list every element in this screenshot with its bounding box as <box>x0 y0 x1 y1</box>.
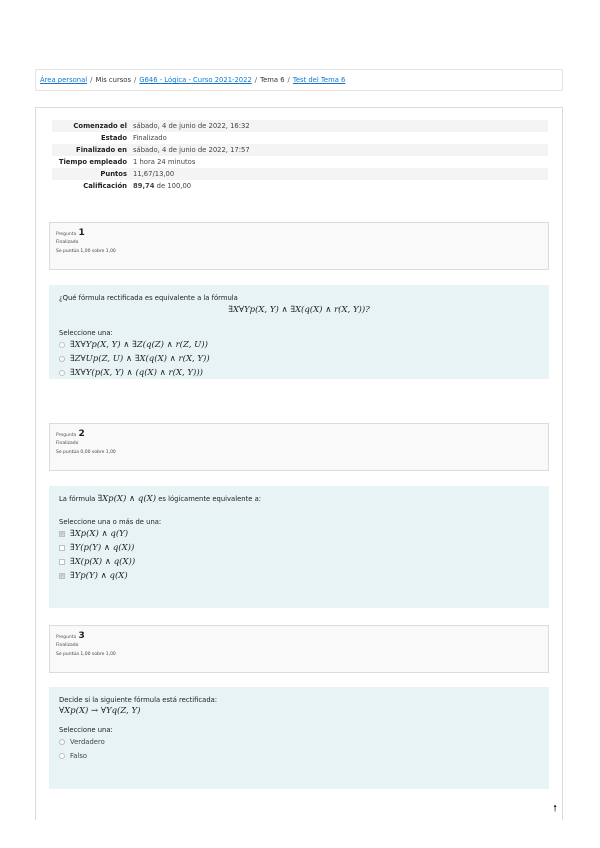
checkbox[interactable] <box>59 545 65 551</box>
select-label: Seleccione una o más de una: <box>59 518 162 526</box>
breadcrumb-course[interactable]: G646 - Lógica - Curso 2021-2022 <box>139 76 251 84</box>
summary-key: Finalizado en <box>52 144 130 156</box>
option-text: Verdadero <box>70 738 105 746</box>
question-label: Pregunta <box>56 232 77 237</box>
checkbox[interactable] <box>59 559 65 565</box>
summary-value: 89,74 de 100,00 <box>130 180 548 192</box>
summary-row: Tiempo empleado 1 hora 24 minutos <box>52 156 548 168</box>
summary-key: Estado <box>100 133 127 142</box>
option-text: ∃Yp(Y) ∧ q(X) <box>70 571 128 581</box>
option-text: ∃Y(p(Y) ∧ q(X)) <box>70 543 135 553</box>
answer-option[interactable]: ∃X∀Y(p(X, Y) ∧ (q(X) ∧ r(X, Y))) <box>59 366 539 380</box>
checkbox-checked[interactable]: ✓ <box>59 573 65 579</box>
answer-option[interactable]: Falso <box>59 749 539 763</box>
summary-row: Puntos 11,67/13,00 <box>52 168 548 180</box>
summary-value: sábado, 4 de junio de 2022, 17:57 <box>130 144 548 156</box>
breadcrumb-area-personal[interactable]: Área personal <box>40 76 87 84</box>
question-3-content: Decide si la siguiente fórmula está rect… <box>49 687 549 789</box>
breadcrumb-separator: / <box>254 76 258 84</box>
question-formula: ∃X∀Yp(X, Y) ∧ ∃X(q(X) ∧ r(X, Y))? <box>228 305 370 315</box>
option-text: ∃X∀Yp(X, Y) ∧ ∃Z(q(Z) ∧ r(Z, U)) <box>70 340 208 350</box>
breadcrumb-tema: Tema 6 <box>260 76 285 84</box>
question-grade: Se puntúa 1,00 sobre 1,00 <box>56 652 116 657</box>
question-number: 1 <box>78 228 85 238</box>
summary-key: Tiempo empleado <box>58 157 127 166</box>
radio-button-selected[interactable] <box>59 739 65 745</box>
option-text: ∃Xp(X) ∧ q(Y) <box>70 529 129 539</box>
grade-total: de 100,00 <box>154 181 192 190</box>
summary-row: Finalizado en sábado, 4 de junio de 2022,… <box>52 144 548 156</box>
summary-key: Comenzado el <box>52 120 130 132</box>
grade-value: 89,74 <box>133 181 155 190</box>
question-1-info: Pregunta 1 Finalizado Se puntúa 1,00 sob… <box>49 222 549 270</box>
summary-row: Estado Finalizado <box>52 132 548 144</box>
option-text: ∃Z∀Up(Z, U) ∧ ∃X(q(X) ∧ r(X, Y)) <box>70 354 210 364</box>
summary-row: Calificación 89,74 de 100,00 <box>52 180 548 192</box>
prompt-formula: ∃Xp(X) ∧ q(X) <box>97 494 157 504</box>
question-state: Finalizado <box>56 240 79 245</box>
answer-option[interactable]: Verdadero <box>59 735 539 749</box>
question-state: Finalizado <box>56 441 79 446</box>
breadcrumb-separator: / <box>134 76 137 84</box>
question-prompt: La fórmula ∃Xp(X) ∧ q(X) es lógicamente … <box>59 494 539 505</box>
question-label: Pregunta <box>56 433 77 438</box>
summary-value: Finalizado <box>133 133 167 142</box>
attempt-summary-table: Comenzado el sábado, 4 de junio de 2022, … <box>52 120 548 192</box>
question-label: Pregunta <box>56 635 77 640</box>
select-label: Seleccione una: <box>59 329 113 337</box>
option-text: ∃X∀Y(p(X, Y) ∧ (q(X) ∧ r(X, Y))) <box>70 368 203 378</box>
answer-option[interactable]: ∃X(p(X) ∧ q(X)) <box>59 555 539 569</box>
summary-row: Comenzado el sábado, 4 de junio de 2022, … <box>52 120 548 132</box>
breadcrumb-mis-cursos: Mis cursos <box>95 76 131 84</box>
summary-key: Puntos <box>52 168 130 180</box>
answer-option[interactable]: ✓ ∃Yp(Y) ∧ q(X) <box>59 569 539 583</box>
question-number: 2 <box>78 429 85 439</box>
radio-button-selected[interactable] <box>59 356 65 362</box>
checkbox-checked[interactable]: ✓ <box>59 531 65 537</box>
breadcrumb: Área personal / Mis cursos / G646 - Lógica -… <box>35 69 563 91</box>
answer-option[interactable]: ∃Y(p(Y) ∧ q(X)) <box>59 541 539 555</box>
question-1-content: ¿Qué fórmula rectificada es equivalente … <box>49 285 549 379</box>
prompt-text: es lógicamente equivalente a: <box>156 495 262 503</box>
radio-button[interactable] <box>59 753 65 759</box>
summary-value: sábado, 4 de junio de 2022, 16:32 <box>130 120 548 132</box>
question-state: Finalizado <box>56 643 79 648</box>
question-number: 3 <box>78 631 85 641</box>
question-2-info: Pregunta 2 Finalizado Se puntúa 0,00 sob… <box>49 423 549 471</box>
breadcrumb-test[interactable]: Test del Tema 6 <box>293 76 346 84</box>
question-3-info: Pregunta 3 Finalizado Se puntúa 1,00 sob… <box>49 625 549 673</box>
answer-option[interactable]: ∃X∀Yp(X, Y) ∧ ∃Z(q(Z) ∧ r(Z, U)) <box>59 338 539 352</box>
breadcrumb-separator: / <box>287 76 290 84</box>
arrow-up-icon[interactable]: 🠕 <box>548 802 562 816</box>
breadcrumb-separator: / <box>90 76 93 84</box>
summary-key: Calificación <box>83 181 127 190</box>
summary-value: 1 hora 24 minutos <box>133 157 196 166</box>
question-prompt: Decide si la siguiente fórmula está rect… <box>59 696 218 704</box>
answer-option[interactable]: ∃Z∀Up(Z, U) ∧ ∃X(q(X) ∧ r(X, Y)) <box>59 352 539 366</box>
select-label: Seleccione una: <box>59 726 113 734</box>
option-text: Falso <box>70 752 88 760</box>
prompt-text: La fórmula <box>59 495 98 503</box>
question-grade: Se puntúa 0,00 sobre 1,00 <box>56 450 116 455</box>
question-prompt: ¿Qué fórmula rectificada es equivalente … <box>59 294 238 302</box>
summary-value: 11,67/13,00 <box>130 168 548 180</box>
question-2-content: La fórmula ∃Xp(X) ∧ q(X) es lógicamente … <box>49 486 549 608</box>
answer-option[interactable]: ✓ ∃Xp(X) ∧ q(Y) <box>59 527 539 541</box>
radio-button[interactable] <box>59 370 65 376</box>
option-text: ∃X(p(X) ∧ q(X)) <box>70 557 136 567</box>
question-formula: ∀Xp(X) → ∀Yq(Z, Y) <box>59 706 141 716</box>
radio-button[interactable] <box>59 342 65 348</box>
question-grade: Se puntúa 1,00 sobre 1,00 <box>56 249 116 254</box>
